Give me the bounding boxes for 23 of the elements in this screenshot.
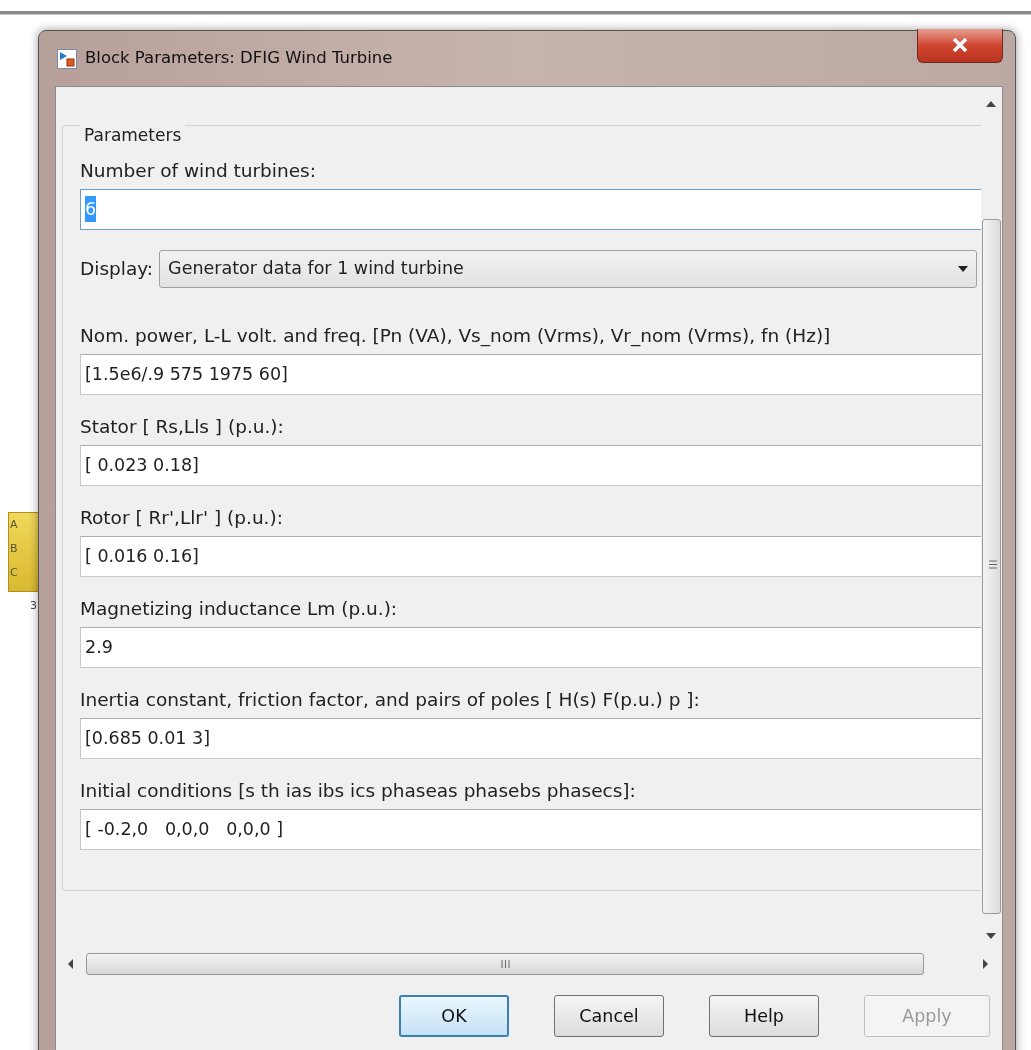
field-label: Rotor [ Rr',Llr' ] (p.u.):	[80, 505, 284, 530]
port-label: A	[10, 517, 19, 533]
input-field[interactable]: [ 0.016 0.16]	[80, 535, 981, 577]
input-field[interactable]: [1.5e6/.9 575 1975 60]	[80, 353, 981, 395]
input-field[interactable]: [ 0.023 0.18]	[80, 444, 981, 486]
input-field[interactable]: 2.9	[80, 626, 981, 668]
field-label: Stator [ Rs,Lls ] (p.u.):	[80, 414, 285, 439]
dialog-button[interactable]: OK	[399, 995, 509, 1037]
dialog-button[interactable]: Help	[709, 995, 819, 1037]
field-label: Number of wind turbines:	[80, 158, 317, 183]
display-dropdown[interactable]: Generator data for 1 wind turbine	[159, 249, 977, 288]
field-label: Nom. power, L-L volt. and freq. [Pn (VA), Vs_nom (Vrms), Vr_nom (Vrms), fn (Hz)]	[80, 323, 832, 348]
dialog-button[interactable]: Cancel	[554, 995, 664, 1037]
field-label: Display:	[80, 256, 154, 281]
window-title: Block Parameters: DFIG Wind Turbine	[85, 47, 393, 70]
input-field[interactable]: [0.685 0.01 3]	[80, 717, 981, 759]
port-label: B	[10, 541, 19, 557]
field-label: Initial conditions [s th ias ibs ics phaseas phasebs phasecs]:	[80, 778, 637, 803]
field-label: Inertia constant, friction factor, and pairs of poles [ H(s) F(p.u.) p ]:	[80, 687, 701, 712]
input-field[interactable]: [ -0.2,0 0,0,0 0,0,0 ]	[80, 808, 981, 850]
block-number: 3	[30, 598, 37, 614]
field-label: Magnetizing inductance Lm (p.u.):	[80, 596, 399, 621]
port-label: C	[10, 565, 19, 581]
